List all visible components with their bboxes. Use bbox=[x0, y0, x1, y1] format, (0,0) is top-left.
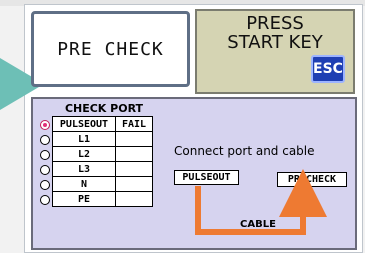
cable-label: CABLE bbox=[240, 219, 276, 230]
start-key-label: START KEY bbox=[227, 32, 323, 53]
press-label: PRESS bbox=[246, 13, 304, 34]
check-port-panel: CHECK PORT PULSEOUT FAIL L1 L2 L3 N PE C… bbox=[31, 97, 357, 250]
cable-diagram bbox=[195, 169, 327, 235]
esc-key-button[interactable]: ESC bbox=[311, 55, 345, 83]
esc-key-label: ESC bbox=[313, 61, 343, 77]
pre-check-button[interactable]: PRE CHECK bbox=[31, 11, 190, 87]
press-start-key-panel: PRESS START KEY ESC bbox=[195, 9, 355, 94]
pre-check-label: PRE CHECK bbox=[57, 38, 164, 60]
